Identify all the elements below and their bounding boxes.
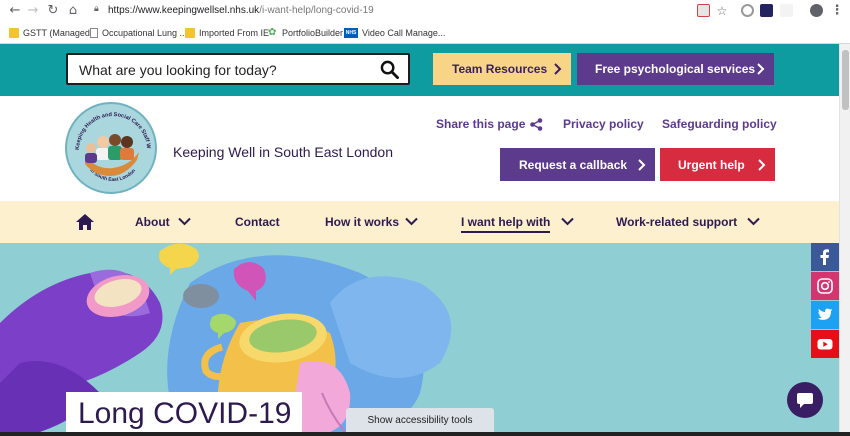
nav-how-it-works[interactable]: How it works [325,215,399,229]
page-viewport: What are you looking for today? Team Res… [0,44,850,432]
social-sidebar [811,243,839,359]
folder-icon [9,28,19,38]
bookmark-label: GSTT (Managed) [23,28,93,38]
address-row: ← → ↻ ⌂ 🔒︎ https://www.keepingwellsel.nh… [0,0,850,22]
twitter-link[interactable] [811,301,839,329]
top-bar: What are you looking for today? Team Res… [0,44,839,96]
team-resources-label: Team Resources [452,62,548,76]
youtube-icon [817,339,833,350]
request-callback-label: Request a callback [519,157,628,172]
folder-icon [185,28,195,38]
chevron-right-icon [554,63,562,75]
bookmark-star-icon[interactable]: ☆ [714,3,730,19]
svg-text:Keeping Health and Social Care: Keeping Health and Social Care Staff Wel… [67,104,151,150]
privacy-policy-link[interactable]: Privacy policy [563,117,644,131]
bookmark-imported-ie[interactable]: Imported From IE [185,26,269,40]
bookmark-label: Occupational Lung ... [102,28,188,38]
share-icon[interactable] [530,118,543,131]
instagram-link[interactable] [811,272,839,300]
search-placeholder: What are you looking for today? [79,62,277,78]
search-input[interactable]: What are you looking for today? [66,53,410,85]
url-text[interactable]: https://www.keepingwellsel.nhs.uk/i-want… [108,5,374,16]
site-title[interactable]: Keeping Well in South East London [173,144,393,160]
page-scrollbar[interactable] [839,44,850,432]
facebook-icon [820,249,829,265]
nhs-icon: NHS [344,28,358,38]
chat-button[interactable] [787,382,823,418]
lock-icon: 🔒︎ [94,4,99,14]
search-icon[interactable] [380,60,399,79]
extension-light-icon[interactable] [780,4,793,17]
chevron-down-icon[interactable] [747,217,760,226]
bookmark-label: Video Call Manage... [362,28,446,38]
share-this-page-link[interactable]: Share this page [436,117,525,131]
free-psychological-services-button[interactable]: Free psychological services [577,53,774,85]
logo-text-top: Keeping Health and Social Care Staff Wel… [67,104,151,150]
chevron-down-icon[interactable] [561,217,574,226]
profile-icon[interactable] [810,4,823,17]
bookmark-video-call[interactable]: NHS Video Call Manage... [344,26,445,40]
chevron-right-icon [758,159,766,171]
nav-about[interactable]: About [135,215,170,229]
chevron-right-icon [638,159,646,171]
page-title: Long COVID-19 [78,397,292,430]
menu-dots-icon[interactable]: ⋮ [829,3,845,19]
main-nav: About Contact How it works I want help w… [0,201,839,243]
urgent-help-button[interactable]: Urgent help [660,148,775,181]
team-resources-button[interactable]: Team Resources [433,53,571,85]
home-icon[interactable] [76,214,94,230]
address-bar[interactable]: 🔒︎ https://www.keepingwellsel.nhs.uk/i-w… [86,2,736,20]
extension-dark-icon[interactable] [760,4,773,17]
nav-work-related-support[interactable]: Work-related support [616,215,737,229]
bookmark-occupational-lung[interactable]: Occupational Lung ... [90,26,187,40]
nav-i-want-help-with[interactable]: I want help with [461,215,551,233]
logo-illustration: Keeping Health and Social Care Staff Wel… [67,104,151,183]
forward-arrow-icon[interactable]: → [25,3,41,19]
request-callback-button[interactable]: Request a callback [500,148,655,181]
urgent-help-label: Urgent help [678,157,745,172]
chevron-down-icon[interactable] [178,217,191,226]
hero-banner: Long COVID-19 Show accessibility tools [0,243,839,432]
home-button-icon[interactable]: ⌂ [65,3,81,19]
nav-contact[interactable]: Contact [235,215,280,229]
chevron-down-icon[interactable] [405,217,418,226]
free-services-label: Free psychological services [595,62,756,76]
hero-title-box: Long COVID-19 [66,392,302,432]
bookmark-label: Imported From IE [199,28,270,38]
twitter-icon [817,308,833,320]
site-logo[interactable]: Keeping Health and Social Care Staff Wel… [65,102,157,194]
browser-chrome: ← → ↻ ⌂ 🔒︎ https://www.keepingwellsel.nh… [0,0,850,44]
facebook-link[interactable] [811,243,839,271]
reload-icon[interactable]: ↻ [45,3,61,19]
url-path: /i-want-help/long-covid-19 [259,5,374,16]
safeguarding-policy-link[interactable]: Safeguarding policy [662,117,777,131]
url-host: https://www.keepingwellsel.nhs.uk [108,5,260,16]
chevron-right-icon [757,63,765,75]
bookmark-label: PortfolioBuilder [282,28,344,38]
instagram-icon [817,278,833,294]
extension-circle-icon[interactable] [741,4,754,17]
window-bottom-edge [0,432,850,436]
chat-bubble-icon [797,393,813,408]
bookmark-gstt[interactable]: GSTT (Managed) [9,26,93,40]
show-accessibility-tools-button[interactable]: Show accessibility tools [346,408,494,432]
bookmarks-bar: GSTT (Managed) Occupational Lung ... Imp… [0,22,850,43]
youtube-link[interactable] [811,330,839,358]
scrollbar-thumb[interactable] [842,50,849,110]
portfoliobuilder-icon: ✿ [268,27,277,38]
extension-blocked-icon[interactable] [697,4,710,17]
page-icon [90,28,98,38]
bookmark-portfoliobuilder[interactable]: ✿ PortfolioBuilder [268,26,343,40]
back-arrow-icon[interactable]: ← [7,3,23,19]
